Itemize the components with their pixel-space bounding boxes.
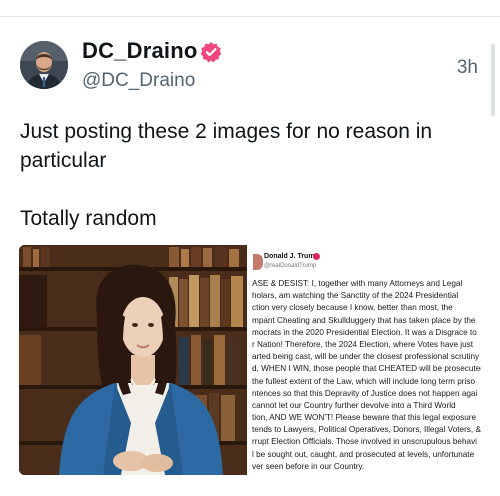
scrollbar[interactable] (491, 44, 495, 116)
embedded-body-line: cannot let our Country further devolve i… (252, 400, 456, 410)
embedded-body-line: l be sought out, caught, and prosecuted … (252, 449, 475, 459)
embedded-avatar (253, 254, 263, 270)
embedded-body-line: ntences so that this Depravity of Justic… (252, 388, 478, 398)
embedded-post-body: ASE & DESIST: I, together with many Atto… (252, 278, 481, 473)
embedded-body-line: r Nation! Therefore, the 2024 Election, … (252, 339, 474, 349)
top-divider (0, 0, 500, 17)
embedded-author-name: Donald J. Trump (264, 253, 319, 260)
embedded-body-line: arted being cast, will be under the clos… (252, 352, 480, 362)
verified-badge-icon (200, 41, 222, 63)
media-photo[interactable] (19, 245, 247, 475)
tweet-text: Just posting these 2 images for no reaso… (20, 117, 480, 233)
embedded-body-line: ASE & DESIST: I, together with many Atto… (252, 279, 463, 288)
embedded-body-line: the fullest extent of the Law, which wil… (252, 376, 475, 386)
embedded-body-line: ction very closely because I know, bette… (252, 303, 453, 313)
avatar-image (20, 41, 68, 89)
photo-image (19, 245, 247, 475)
avatar[interactable] (20, 41, 68, 89)
embedded-verified-icon (313, 253, 320, 260)
handle[interactable]: @DC_Draino (82, 70, 195, 92)
embedded-author-handle: @realDonaldTrump (264, 263, 317, 269)
tweet-text-line: Just posting these 2 images for no reaso… (20, 120, 433, 172)
timestamp[interactable]: 3h (457, 57, 478, 79)
embedded-body-line: tion, AND WE WON'T! Please beware that t… (252, 413, 477, 423)
embedded-body-line: rrupt Election Officials. Those involved… (252, 437, 477, 447)
embedded-body-line: d, WHEN I WIN, those people that CHEATED… (252, 364, 481, 374)
embedded-body-line: ver seen before in our Country. (252, 461, 365, 471)
embedded-body-line: mpant Cheating and Skullduggery that has… (252, 315, 476, 325)
display-name[interactable]: DC_Draino (82, 38, 198, 64)
embedded-body-line: holars, am watching the Sanctity of the … (252, 291, 459, 301)
media-screenshot[interactable]: Donald J. Trump @realDonaldTrump ASE & D… (250, 245, 481, 475)
tweet-text-line: Totally random (20, 207, 157, 230)
embedded-body-line: mocrats in the 2020 Presidential Electio… (252, 327, 477, 337)
media-grid: Donald J. Trump @realDonaldTrump ASE & D… (19, 245, 481, 475)
embedded-body-line: tends to Lawyers, Political Operatives, … (252, 425, 481, 435)
